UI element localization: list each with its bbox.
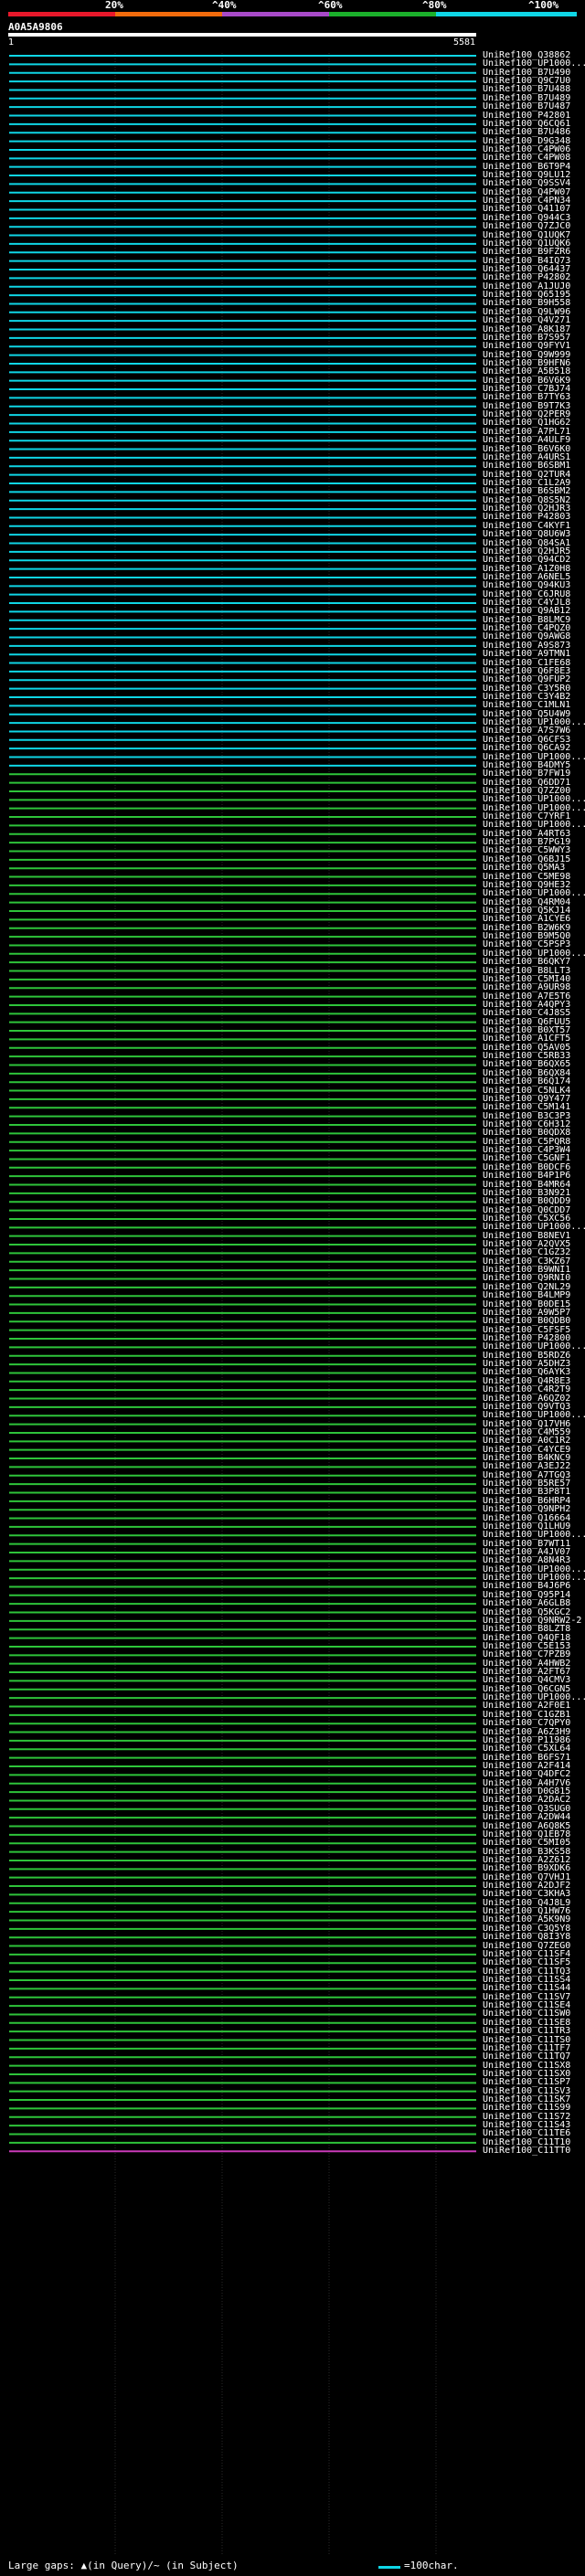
hit-label[interactable]: UniRef100_C11TT0 xyxy=(483,2147,570,2156)
footer-gaps-legend: Large gaps: ▲(in Query)/~ (in Subject) xyxy=(8,2560,239,2571)
footer-scale-line xyxy=(378,2566,400,2569)
footer-scale-label: =100char. xyxy=(404,2560,459,2571)
